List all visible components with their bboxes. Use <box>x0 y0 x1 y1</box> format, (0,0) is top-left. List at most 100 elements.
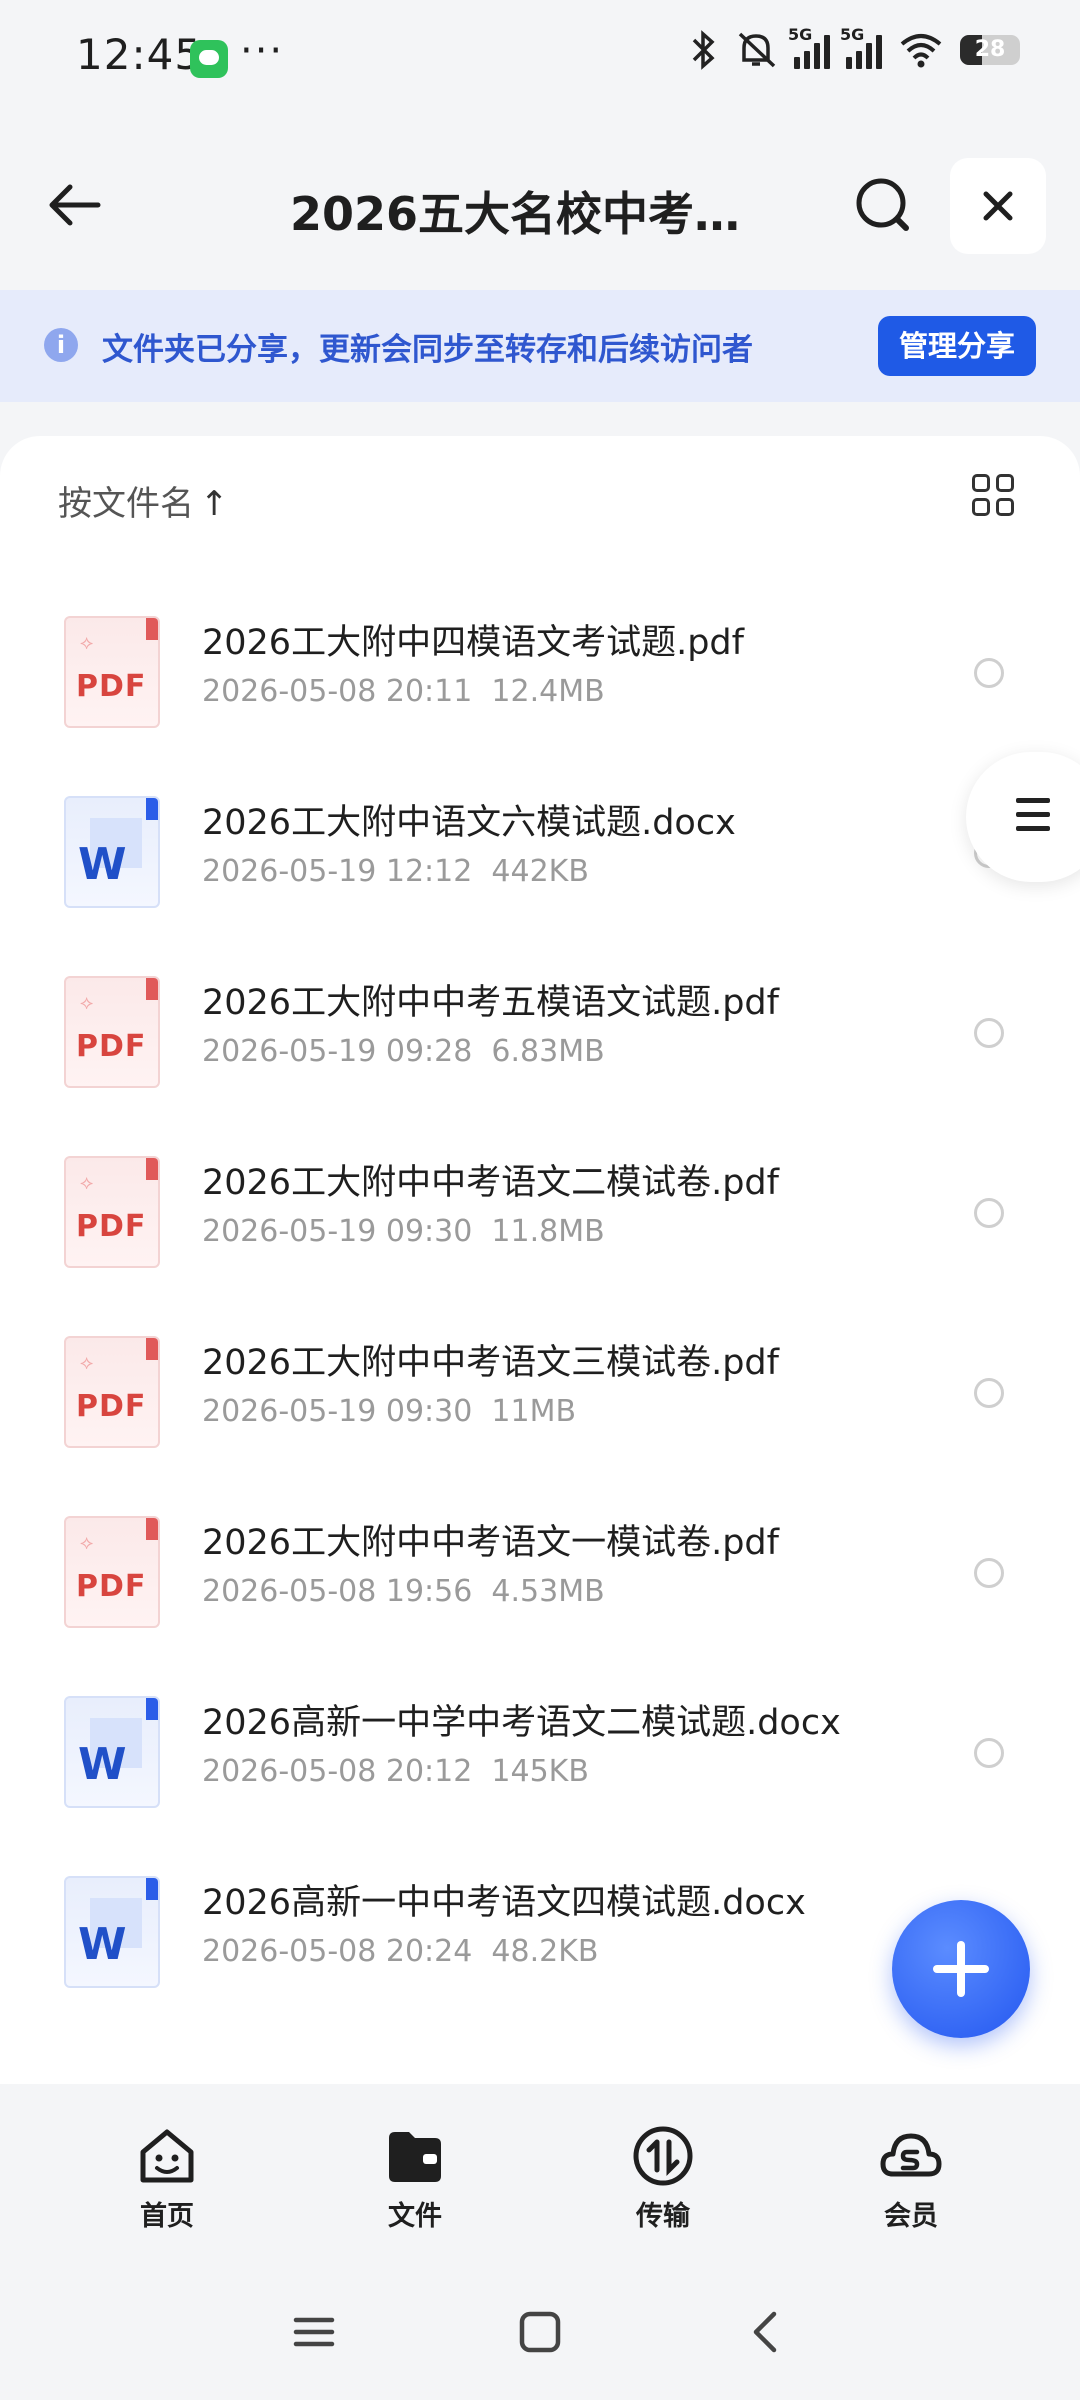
file-name: 2026高新一中中考语文四模试题.docx <box>202 1883 806 1923</box>
file-type-label: W <box>78 839 127 890</box>
file-size: 145KB <box>491 1754 589 1789</box>
manage-share-button[interactable]: 管理分享 <box>878 316 1036 376</box>
file-row[interactable]: ⟡ PDF 2026工大附中中考语文一模试卷.pdf 2026-05-08 19:56… <box>0 1502 1080 1682</box>
file-date: 2026-05-08 20:24 <box>202 1934 473 1969</box>
file-row[interactable]: W 2026工大附中语文六模试题.docx 2026-05-19 12:12 442… <box>0 782 1080 962</box>
recents-icon <box>293 2317 335 2347</box>
file-name: 2026工大附中中考语文三模试卷.pdf <box>202 1343 779 1383</box>
file-meta: 2026-05-08 20:11 12.4MB <box>202 674 605 709</box>
file-type-label: PDF <box>76 669 147 704</box>
select-radio[interactable] <box>974 658 1004 688</box>
file-name: 2026高新一中学中考语文二模试题.docx <box>202 1703 841 1743</box>
home-button[interactable] <box>510 2302 570 2362</box>
file-row[interactable]: W 2026高新一中学中考语文二模试题.docx 2026-05-08 20:12 … <box>0 1682 1080 1862</box>
arrow-left-icon <box>49 184 101 226</box>
close-button[interactable] <box>950 158 1046 254</box>
select-radio[interactable] <box>974 1198 1004 1228</box>
file-row[interactable]: ⟡ PDF 2026工大附中中考五模语文试题.pdf 2026-05-19 09:28… <box>0 962 1080 1142</box>
back-button[interactable] <box>40 170 110 240</box>
file-type-label: PDF <box>76 1389 147 1424</box>
nav-label-home: 首页 <box>140 2201 194 2232</box>
network-type: 5G <box>788 25 813 44</box>
file-meta: 2026-05-08 20:12 145KB <box>202 1754 589 1789</box>
wifi-icon <box>900 34 942 68</box>
file-meta: 2026-05-08 19:56 4.53MB <box>202 1574 605 1609</box>
file-date: 2026-05-19 09:30 <box>202 1394 473 1429</box>
select-radio[interactable] <box>974 1558 1004 1588</box>
nav-item-vip[interactable]: 会员 <box>831 2124 991 2233</box>
back-icon <box>753 2311 777 2353</box>
close-icon <box>983 191 1013 221</box>
banner-text: 文件夹已分享，更新会同步至转存和后续访问者 <box>102 332 753 368</box>
wechat-icon <box>190 40 228 78</box>
file-meta: 2026-05-19 09:30 11MB <box>202 1394 576 1429</box>
folder-icon <box>383 2124 447 2188</box>
word-file-icon: W <box>64 1876 160 1988</box>
file-name: 2026工大附中中考五模语文试题.pdf <box>202 983 779 1023</box>
file-name: 2026工大附中四模语文考试题.pdf <box>202 623 744 663</box>
network-type: 5G <box>840 25 865 44</box>
search-icon <box>856 178 909 231</box>
file-date: 2026-05-19 09:30 <box>202 1214 473 1249</box>
back-nav-button[interactable] <box>736 2302 796 2362</box>
file-size: 48.2KB <box>491 1934 599 1969</box>
search-button[interactable] <box>848 170 918 240</box>
file-meta: 2026-05-19 09:28 6.83MB <box>202 1034 605 1069</box>
word-file-icon: W <box>64 796 160 908</box>
pdf-file-icon: ⟡ PDF <box>64 616 160 728</box>
pdf-file-icon: ⟡ PDF <box>64 1516 160 1628</box>
system-nav <box>0 2280 1080 2400</box>
sort-button[interactable]: 按文件名 ↑ <box>58 476 229 525</box>
bluetooth-icon <box>692 30 715 70</box>
file-row[interactable]: ⟡ PDF 2026工大附中中考语文三模试卷.pdf 2026-05-19 09:30… <box>0 1322 1080 1502</box>
file-meta: 2026-05-19 09:30 11.8MB <box>202 1214 605 1249</box>
file-date: 2026-05-19 09:28 <box>202 1034 473 1069</box>
bottom-nav: 首页 文件 传输 会员 <box>0 2084 1080 2244</box>
file-size: 11.8MB <box>491 1214 605 1249</box>
battery-icon: 28 <box>960 35 1020 65</box>
page-title: 2026五大名校中考语... <box>290 187 760 241</box>
file-row[interactable]: ⟡ PDF 2026工大附中四模语文考试题.pdf 2026-05-08 20:11 … <box>0 602 1080 782</box>
nav-label-vip: 会员 <box>884 2201 938 2232</box>
file-meta: 2026-05-19 12:12 442KB <box>202 854 589 889</box>
mute-icon <box>738 32 776 68</box>
pdf-file-icon: ⟡ PDF <box>64 1336 160 1448</box>
recents-button[interactable] <box>284 2302 344 2362</box>
vip-cloud-icon <box>879 2124 943 2188</box>
file-list: ⟡ PDF 2026工大附中四模语文考试题.pdf 2026-05-08 20:11 … <box>0 602 1080 2042</box>
file-size: 4.53MB <box>491 1574 605 1609</box>
file-row[interactable]: ⟡ PDF 2026工大附中中考语文二模试卷.pdf 2026-05-19 09:30… <box>0 1142 1080 1322</box>
nav-item-transfer[interactable]: 传输 <box>583 2124 743 2233</box>
share-banner: i 文件夹已分享，更新会同步至转存和后续访问者 管理分享 <box>0 290 1080 402</box>
nav-item-files[interactable]: 文件 <box>335 2124 495 2233</box>
header: 2026五大名校中考语... <box>0 140 1080 270</box>
add-button[interactable] <box>892 1900 1030 2038</box>
file-size: 11MB <box>491 1394 577 1429</box>
signal-icon: 5G <box>840 25 882 69</box>
file-date: 2026-05-08 19:56 <box>202 1574 473 1609</box>
file-panel: 按文件名 ↑ ⟡ PDF 2026工大附中四模语文考试题.pdf 2026-05-08 … <box>0 436 1080 2084</box>
select-radio[interactable] <box>974 1738 1004 1768</box>
signal-icon: 5G <box>788 25 830 69</box>
select-radio[interactable] <box>974 1018 1004 1048</box>
nav-item-home[interactable]: 首页 <box>87 2124 247 2233</box>
sort-label: 按文件名 <box>58 484 194 524</box>
grid-view-button[interactable] <box>972 474 1018 520</box>
select-radio[interactable] <box>974 1378 1004 1408</box>
file-type-label: PDF <box>76 1029 147 1064</box>
file-type-label: W <box>78 1919 127 1970</box>
home-face-icon <box>135 2124 199 2188</box>
file-date: 2026-05-08 20:11 <box>202 674 473 709</box>
sort-arrow-icon: ↑ <box>200 484 229 524</box>
status-bar: 12:45 ··· 5G 5G 28 <box>0 0 1080 120</box>
file-size: 12.4MB <box>491 674 605 709</box>
status-time: 12:45 <box>76 30 203 79</box>
file-date: 2026-05-19 12:12 <box>202 854 473 889</box>
file-name: 2026工大附中中考语文二模试卷.pdf <box>202 1163 779 1203</box>
file-meta: 2026-05-08 20:24 48.2KB <box>202 1934 598 1969</box>
pdf-file-icon: ⟡ PDF <box>64 1156 160 1268</box>
file-name: 2026工大附中语文六模试题.docx <box>202 803 736 843</box>
home-icon <box>519 2311 561 2353</box>
nav-label-transfer: 传输 <box>636 2201 690 2232</box>
info-icon: i <box>44 328 78 362</box>
